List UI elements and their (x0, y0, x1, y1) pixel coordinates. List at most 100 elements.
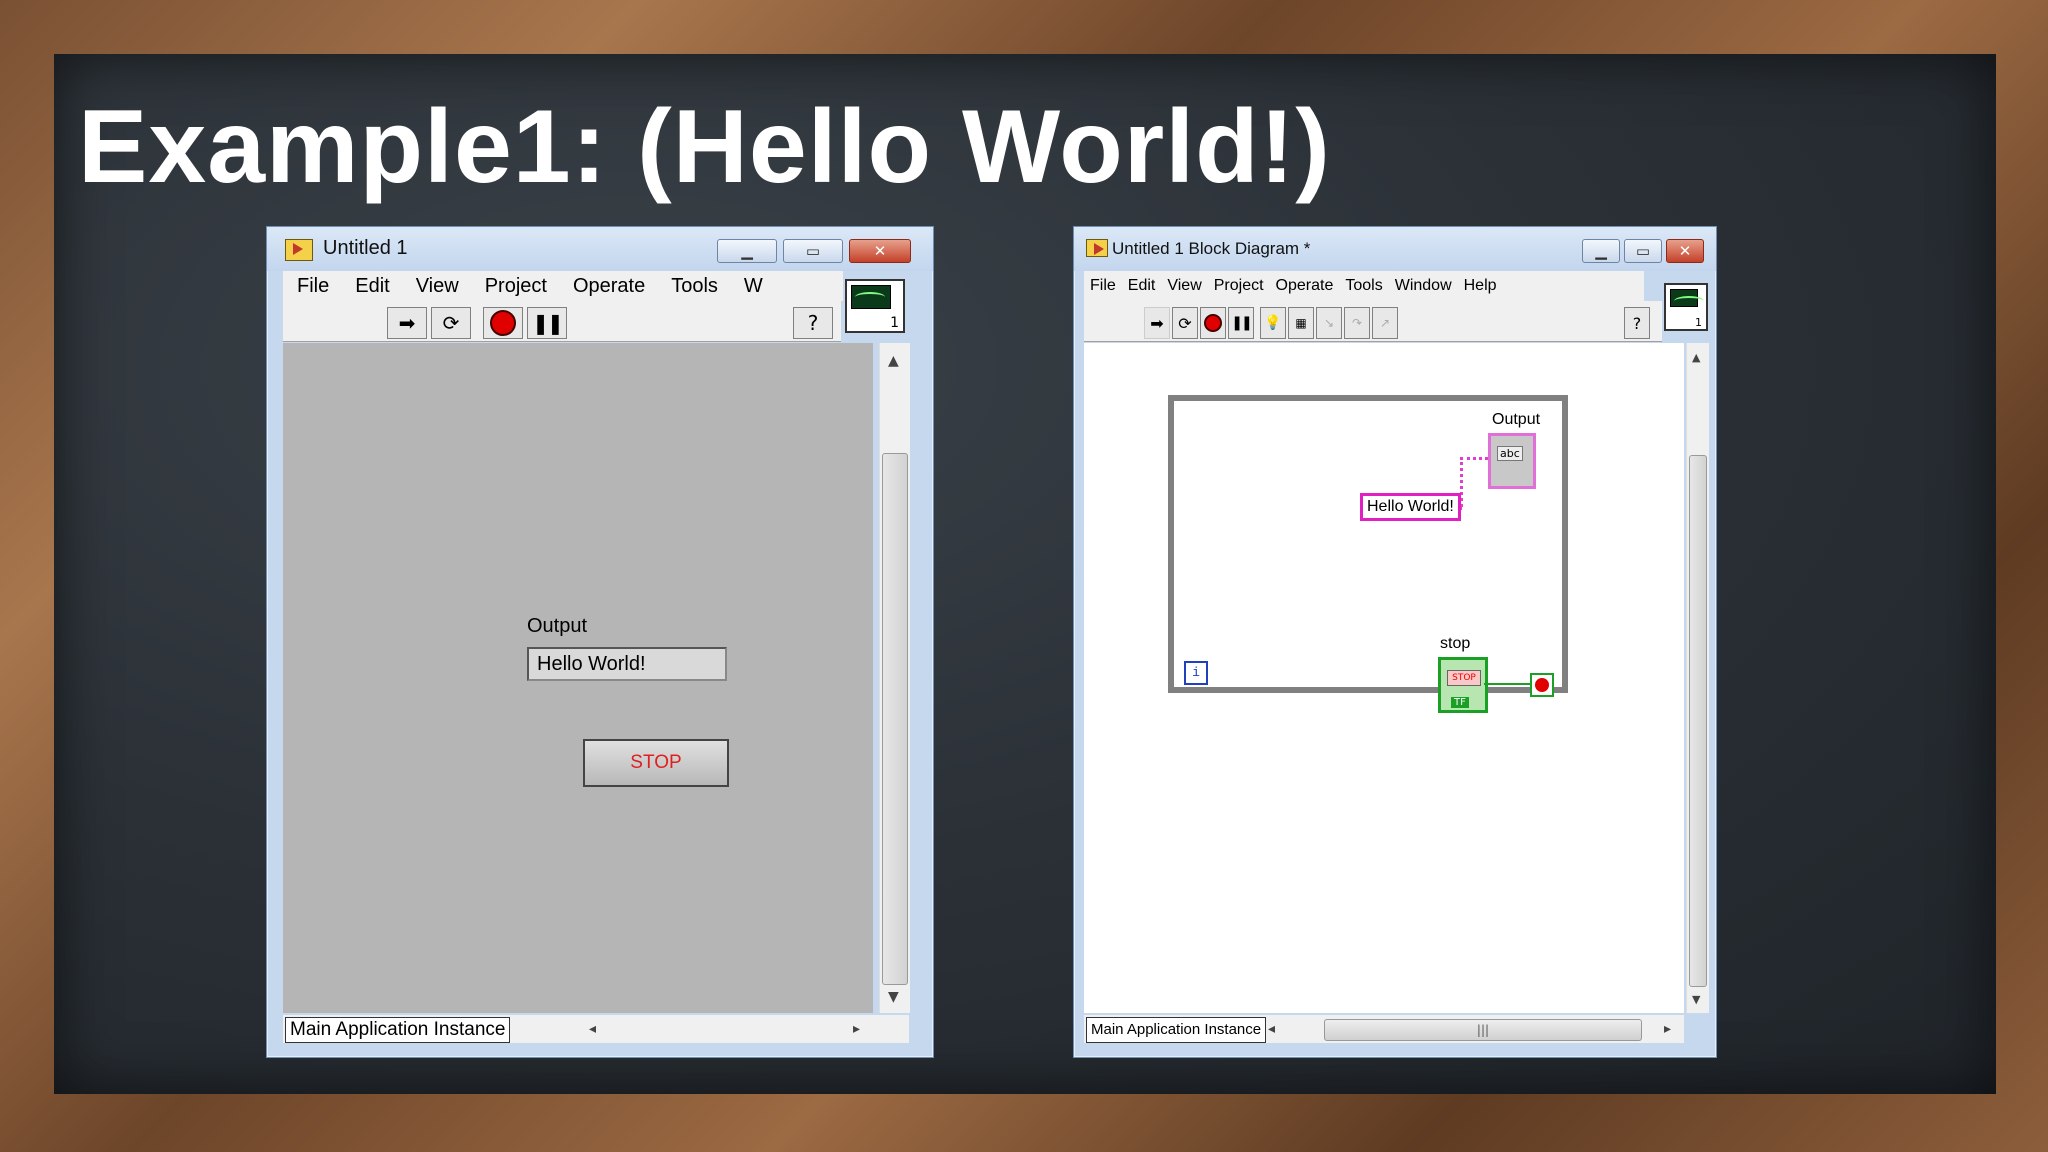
front-panel-window: Untitled 1 ▁ ▭ ✕ File Edit View Project … (266, 226, 934, 1058)
menu-tools[interactable]: Tools (671, 275, 718, 298)
pause-icon: ❚❚ (1231, 315, 1253, 331)
menu-operate[interactable]: Operate (1276, 277, 1334, 295)
menu-view[interactable]: View (416, 275, 459, 298)
menu-tools[interactable]: Tools (1345, 277, 1382, 295)
menu-help[interactable]: Help (1464, 277, 1497, 295)
maximize-button[interactable]: ▭ (1624, 239, 1662, 263)
vi-icon-number: 1 (1695, 316, 1702, 329)
maximize-button[interactable]: ▭ (783, 239, 843, 263)
window-title: Untitled 1 (323, 237, 408, 259)
highlight-execution-button[interactable]: 💡 (1260, 307, 1286, 339)
loop-condition-terminal[interactable] (1530, 673, 1554, 697)
vertical-scrollbar[interactable]: ▲ ▼ (879, 343, 910, 1013)
help-icon: ? (1632, 313, 1642, 333)
scroll-left-icon[interactable]: ◂ (589, 1021, 596, 1037)
labview-app-icon (1086, 239, 1108, 257)
scroll-right-icon[interactable]: ▸ (853, 1021, 860, 1037)
scroll-up-icon[interactable]: ▲ (888, 353, 899, 369)
scroll-thumb[interactable] (882, 453, 908, 985)
vi-icon[interactable]: 1 (845, 279, 905, 333)
boolean-wire (1484, 683, 1532, 685)
close-icon: ✕ (873, 242, 887, 260)
application-instance[interactable]: Main Application Instance (285, 1017, 511, 1043)
run-button[interactable]: ➡ (1144, 307, 1170, 339)
block-diagram-window: Untitled 1 Block Diagram * ▁ ▭ ✕ File Ed… (1073, 226, 1717, 1058)
vertical-scrollbar[interactable]: ▲ ▼ (1686, 343, 1709, 1013)
labview-app-icon (285, 239, 313, 261)
step-into-button[interactable]: ↘ (1316, 307, 1342, 339)
iteration-terminal: i (1184, 661, 1208, 685)
run-button[interactable]: ➡ (387, 307, 427, 339)
step-over-icon: ↷ (1351, 316, 1363, 330)
stop-terminal-label: stop (1440, 635, 1471, 652)
menu-edit[interactable]: Edit (1128, 277, 1156, 295)
step-out-icon: ↗ (1379, 316, 1391, 330)
step-into-icon: ↘ (1323, 316, 1335, 330)
help-button[interactable]: ? (1624, 307, 1650, 339)
pause-icon: ❚❚ (532, 311, 563, 335)
string-type-icon: abc (1497, 446, 1523, 461)
stop-boolean-terminal[interactable]: STOP TF (1438, 657, 1488, 713)
front-panel-menubar: File Edit View Project Operate Tools W (283, 271, 843, 302)
block-diagram-titlebar[interactable]: Untitled 1 Block Diagram * ▁ ▭ ✕ (1074, 227, 1716, 271)
window-title: Untitled 1 Block Diagram * (1112, 239, 1311, 258)
scroll-right-icon[interactable]: ▸ (1664, 1021, 1671, 1037)
help-button[interactable]: ? (793, 307, 833, 339)
highlight-execution-icon: 💡 (1264, 315, 1282, 331)
front-panel-canvas[interactable]: Output Hello World! STOP (283, 343, 873, 1013)
step-over-button[interactable]: ↷ (1344, 307, 1370, 339)
vi-icon-number: 1 (890, 315, 899, 331)
abort-icon (1204, 314, 1222, 332)
abort-button[interactable] (1200, 307, 1226, 339)
close-icon: ✕ (1678, 242, 1692, 260)
scroll-grip-icon: ||| (1476, 1023, 1490, 1037)
retain-wire-values-button[interactable]: ▦ (1288, 307, 1314, 339)
abort-icon (490, 310, 516, 336)
abort-button[interactable] (483, 307, 523, 339)
waveform-icon (851, 285, 891, 309)
run-arrow-icon: ➡ (398, 311, 416, 335)
scroll-thumb[interactable] (1689, 455, 1707, 987)
menu-view[interactable]: View (1167, 277, 1201, 295)
pause-button[interactable]: ❚❚ (1228, 307, 1254, 339)
menu-operate[interactable]: Operate (573, 275, 645, 298)
output-string-indicator: Hello World! (527, 647, 727, 681)
block-diagram-canvas[interactable]: Output abc Hello World! stop STOP TF i (1084, 343, 1684, 1013)
stop-button[interactable]: STOP (583, 739, 729, 787)
close-button[interactable]: ✕ (1666, 239, 1704, 263)
menu-file[interactable]: File (297, 275, 329, 298)
minimize-icon: ▁ (741, 242, 753, 260)
menu-file[interactable]: File (1090, 277, 1116, 295)
menu-project[interactable]: Project (485, 275, 547, 298)
scroll-left-icon[interactable]: ◂ (1268, 1021, 1275, 1037)
maximize-icon: ▭ (1635, 242, 1651, 260)
front-panel-titlebar[interactable]: Untitled 1 ▁ ▭ ✕ (267, 227, 933, 271)
hello-world-constant[interactable]: Hello World! (1360, 493, 1461, 521)
vi-icon[interactable]: 1 (1664, 283, 1708, 331)
close-button[interactable]: ✕ (849, 239, 911, 263)
run-continuously-button[interactable]: ⟳ (431, 307, 471, 339)
run-arrow-icon: ➡ (1150, 313, 1164, 333)
menu-window[interactable]: W (744, 275, 763, 298)
step-out-button[interactable]: ↗ (1372, 307, 1398, 339)
minimize-icon: ▁ (1595, 242, 1607, 260)
help-icon: ? (807, 311, 819, 335)
output-string-terminal[interactable]: abc (1488, 433, 1536, 489)
output-label: Output (527, 615, 588, 637)
menu-edit[interactable]: Edit (355, 275, 389, 298)
horizontal-scroll-thumb[interactable]: ||| (1324, 1019, 1642, 1041)
minimize-button[interactable]: ▁ (1582, 239, 1620, 263)
application-instance[interactable]: Main Application Instance (1086, 1017, 1267, 1043)
menu-window[interactable]: Window (1395, 277, 1452, 295)
run-continuously-icon: ⟳ (1178, 313, 1192, 333)
slide-title: Example1: (Hello World!) (78, 89, 1331, 205)
front-panel-toolbar: ➡ ⟳ ❚❚ ? (283, 301, 841, 342)
scroll-down-icon[interactable]: ▼ (888, 989, 899, 1005)
menu-project[interactable]: Project (1214, 277, 1264, 295)
pause-button[interactable]: ❚❚ (527, 307, 567, 339)
output-terminal-label: Output (1492, 411, 1541, 428)
scroll-down-icon[interactable]: ▼ (1692, 993, 1700, 1006)
minimize-button[interactable]: ▁ (717, 239, 777, 263)
scroll-up-icon[interactable]: ▲ (1692, 351, 1700, 364)
run-continuously-button[interactable]: ⟳ (1172, 307, 1198, 339)
